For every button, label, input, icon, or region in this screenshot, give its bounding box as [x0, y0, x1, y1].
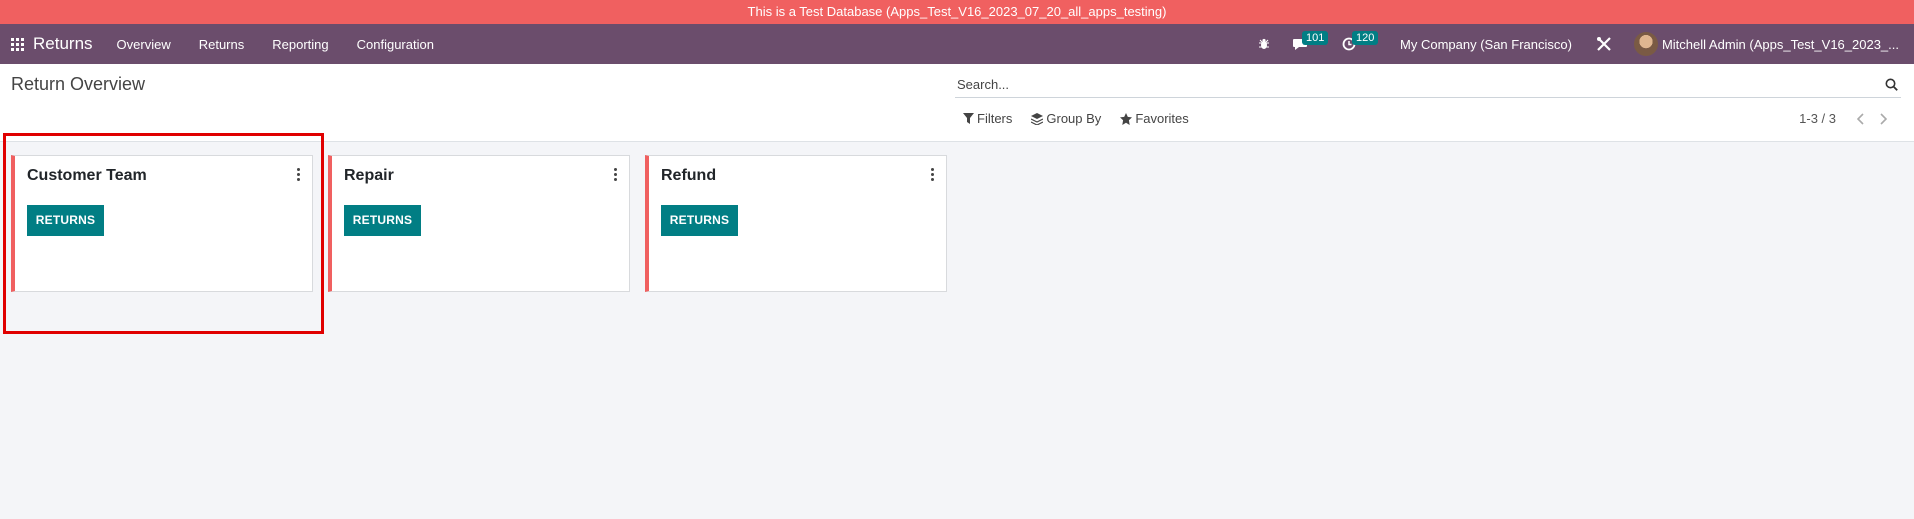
search-bar [955, 72, 1901, 98]
test-database-banner: This is a Test Database (Apps_Test_V16_2… [0, 0, 1914, 24]
group-by-button[interactable]: Group By [1031, 111, 1101, 126]
menu-overview[interactable]: Overview [117, 37, 171, 52]
app-brand[interactable]: Returns [33, 34, 93, 54]
top-navbar: Returns Overview Returns Reporting Confi… [0, 24, 1914, 64]
card-title: Customer Team [27, 167, 147, 184]
menu-returns[interactable]: Returns [199, 37, 245, 52]
card-title: Repair [344, 167, 394, 184]
search-input[interactable] [955, 77, 1881, 92]
user-name: Mitchell Admin (Apps_Test_V16_2023_... [1661, 36, 1899, 52]
kebab-menu-icon[interactable] [297, 168, 300, 183]
star-icon [1120, 112, 1133, 125]
card-title: Refund [661, 167, 717, 184]
menu-configuration[interactable]: Configuration [357, 37, 434, 52]
messages-badge: 101 [1302, 31, 1329, 45]
page-title: Return Overview [11, 74, 146, 94]
activities-badge: 120 [1352, 31, 1379, 45]
favorites-button[interactable]: Favorites [1120, 111, 1189, 126]
returns-button[interactable]: RETURNS [27, 205, 104, 236]
company-switcher[interactable]: My Company (San Francisco) [1400, 37, 1572, 52]
pager-value[interactable]: 1-3 / 3 [1799, 111, 1836, 126]
debug-bug-icon[interactable] [1258, 38, 1270, 50]
control-panel: Return Overview Filters Group By Favorit… [0, 64, 1914, 142]
messages-icon[interactable]: 101 [1292, 31, 1329, 51]
group-by-label: Group By [1046, 111, 1102, 126]
kanban-view: Customer Team RETURNS Repair RETURNS Ref… [11, 155, 962, 292]
menu-reporting[interactable]: Reporting [272, 37, 328, 52]
kebab-menu-icon[interactable] [931, 168, 934, 183]
returns-button[interactable]: RETURNS [661, 205, 738, 236]
returns-button[interactable]: RETURNS [344, 205, 421, 236]
activities-clock-icon[interactable]: 120 [1342, 31, 1379, 51]
filter-icon [963, 113, 974, 124]
kebab-menu-icon[interactable] [614, 168, 617, 183]
search-options: Filters Group By Favorites [963, 111, 1208, 126]
pager-previous-icon[interactable] [1850, 112, 1872, 125]
filters-label: Filters [977, 111, 1013, 126]
kanban-card-customer-team[interactable]: Customer Team RETURNS [11, 155, 313, 292]
user-menu[interactable]: Mitchell Admin (Apps_Test_V16_2023_... [1633, 32, 1899, 56]
layers-icon [1031, 112, 1044, 125]
apps-menu-icon[interactable] [0, 24, 34, 64]
filters-button[interactable]: Filters [963, 111, 1012, 126]
pager: 1-3 / 3 [1799, 111, 1894, 126]
kanban-card-refund[interactable]: Refund RETURNS [645, 155, 947, 292]
favorites-label: Favorites [1135, 111, 1189, 126]
avatar [1633, 32, 1658, 56]
pager-next-icon[interactable] [1872, 112, 1894, 125]
search-icon[interactable] [1881, 78, 1901, 91]
kanban-card-repair[interactable]: Repair RETURNS [328, 155, 630, 292]
tools-icon[interactable] [1596, 36, 1612, 52]
